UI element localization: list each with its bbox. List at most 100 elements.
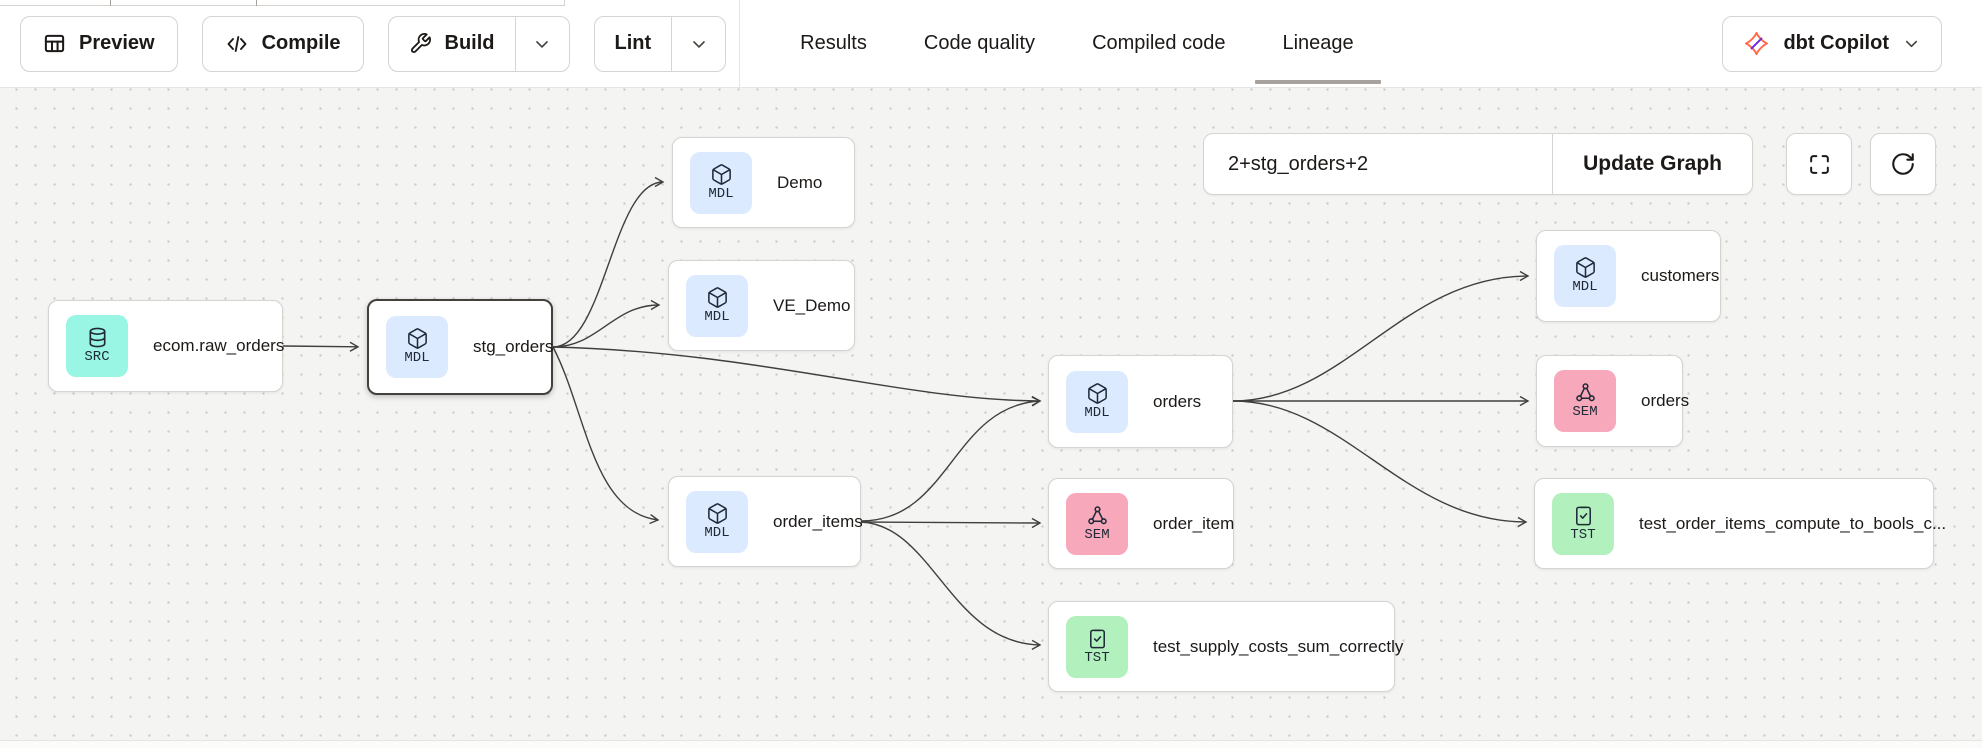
node-test-supply-costs[interactable]: TST test_supply_costs_sum_correctly xyxy=(1048,601,1395,692)
semantic-badge: SEM xyxy=(1554,370,1616,432)
tab-code-quality[interactable]: Code quality xyxy=(924,0,1035,87)
tab-results-label: Results xyxy=(800,32,867,55)
node-label: orders xyxy=(1641,391,1689,411)
test-checklist-icon xyxy=(1572,504,1595,527)
cube-icon xyxy=(710,163,733,186)
fullscreen-button[interactable] xyxy=(1786,133,1852,195)
semantic-graph-icon xyxy=(1086,504,1109,527)
node-label: order_item xyxy=(1153,514,1234,534)
model-badge: MDL xyxy=(1066,371,1128,433)
database-icon xyxy=(86,326,109,349)
bottom-pane-edge xyxy=(0,740,1982,748)
cube-icon xyxy=(1086,382,1109,405)
maximize-icon xyxy=(1807,152,1832,177)
lint-button[interactable]: Lint xyxy=(595,17,672,71)
node-label: test_supply_costs_sum_correctly xyxy=(1153,637,1403,657)
node-label: ecom.raw_orders xyxy=(153,336,284,356)
build-split-button: Build xyxy=(388,16,570,72)
node-type-label: MDL xyxy=(704,309,729,325)
node-type-label: TST xyxy=(1084,650,1109,666)
semantic-graph-icon xyxy=(1574,381,1597,404)
model-badge: MDL xyxy=(386,316,448,378)
node-type-label: MDL xyxy=(704,525,729,541)
node-ve-demo[interactable]: MDL VE_Demo xyxy=(668,260,855,351)
action-button-group: Preview Compile Build xyxy=(20,16,726,72)
node-demo[interactable]: MDL Demo xyxy=(672,137,855,228)
node-type-label: MDL xyxy=(404,350,429,366)
chevron-down-icon xyxy=(532,34,552,54)
lineage-canvas[interactable]: SRC ecom.raw_orders MDL stg_orders MDL xyxy=(0,88,1982,740)
model-badge: MDL xyxy=(690,152,752,214)
tab-results[interactable]: Results xyxy=(800,0,867,87)
refresh-button[interactable] xyxy=(1870,133,1936,195)
edge-order-items-to-orders xyxy=(861,401,1040,521)
wrench-icon xyxy=(409,32,432,55)
node-label: orders xyxy=(1153,392,1201,412)
lineage-selector-input[interactable] xyxy=(1204,134,1552,194)
table-icon xyxy=(43,32,66,55)
cube-icon xyxy=(1574,256,1597,279)
preview-button-label: Preview xyxy=(79,32,155,55)
node-label: customers xyxy=(1641,266,1719,286)
node-orders-model[interactable]: MDL orders xyxy=(1048,355,1233,448)
test-badge: TST xyxy=(1066,616,1128,678)
node-label: Demo xyxy=(777,173,822,193)
node-type-label: SEM xyxy=(1084,527,1109,543)
node-label: test_order_items_compute_to_bools_c... xyxy=(1639,514,1946,534)
node-orders-semantic[interactable]: SEM orders xyxy=(1536,355,1683,447)
node-test-order-items[interactable]: TST test_order_items_compute_to_bools_c.… xyxy=(1534,478,1934,569)
lint-split-button: Lint xyxy=(594,16,727,72)
build-button[interactable]: Build xyxy=(389,17,515,71)
node-type-label: SEM xyxy=(1572,404,1597,420)
cube-icon xyxy=(706,502,729,525)
preview-button[interactable]: Preview xyxy=(20,16,178,72)
node-stg-orders[interactable]: MDL stg_orders xyxy=(367,299,553,395)
dbt-copilot-label: dbt Copilot xyxy=(1783,32,1889,55)
node-label: stg_orders xyxy=(473,337,553,357)
edge-orders-to-customers xyxy=(1233,276,1528,401)
code-icon xyxy=(225,32,249,56)
model-badge: MDL xyxy=(686,275,748,337)
toolbar: Preview Compile Build xyxy=(0,0,1982,88)
edge-stg-orders-to-orders xyxy=(553,347,1040,401)
node-order-items[interactable]: MDL order_items xyxy=(668,476,861,567)
build-dropdown-toggle[interactable] xyxy=(515,17,569,71)
dbt-ide-lineage-pane: Preview Compile Build xyxy=(0,0,1982,748)
semantic-badge: SEM xyxy=(1066,493,1128,555)
model-badge: MDL xyxy=(686,491,748,553)
edge-stg-orders-to-demo xyxy=(553,182,663,347)
node-customers[interactable]: MDL customers xyxy=(1536,230,1721,322)
edge-orders-to-test-order-items xyxy=(1233,401,1526,522)
lineage-selector-group: Update Graph xyxy=(1203,133,1753,195)
tab-compiled-code[interactable]: Compiled code xyxy=(1092,0,1225,87)
pane-edge-artifact xyxy=(0,0,565,6)
toolbar-divider xyxy=(739,0,740,87)
source-badge: SRC xyxy=(66,315,128,377)
update-graph-button[interactable]: Update Graph xyxy=(1552,134,1752,194)
node-type-label: TST xyxy=(1570,527,1595,543)
pane-edge-tick xyxy=(256,0,257,6)
tab-lineage[interactable]: Lineage xyxy=(1282,0,1353,87)
chevron-down-icon xyxy=(689,34,709,54)
cube-icon xyxy=(406,327,429,350)
node-type-label: MDL xyxy=(708,186,733,202)
refresh-icon xyxy=(1890,151,1916,177)
chevron-down-icon xyxy=(1902,34,1921,53)
tab-code-quality-label: Code quality xyxy=(924,32,1035,55)
node-label: order_items xyxy=(773,512,863,532)
test-badge: TST xyxy=(1552,493,1614,555)
compile-button-label: Compile xyxy=(262,32,341,55)
model-badge: MDL xyxy=(1554,245,1616,307)
node-label: VE_Demo xyxy=(773,296,850,316)
tab-compiled-code-label: Compiled code xyxy=(1092,32,1225,55)
node-type-label: MDL xyxy=(1572,279,1597,295)
node-type-label: MDL xyxy=(1084,405,1109,421)
compile-button[interactable]: Compile xyxy=(202,16,364,72)
node-order-item-semantic[interactable]: SEM order_item xyxy=(1048,478,1234,569)
node-ecom-raw-orders[interactable]: SRC ecom.raw_orders xyxy=(48,300,283,392)
result-tabs: Results Code quality Compiled code Linea… xyxy=(800,0,1354,87)
lint-dropdown-toggle[interactable] xyxy=(671,17,725,71)
dbt-copilot-button[interactable]: dbt Copilot xyxy=(1722,16,1942,72)
build-button-label: Build xyxy=(445,32,495,55)
edge-ecom-raw-orders-to-stg-orders xyxy=(283,346,358,347)
